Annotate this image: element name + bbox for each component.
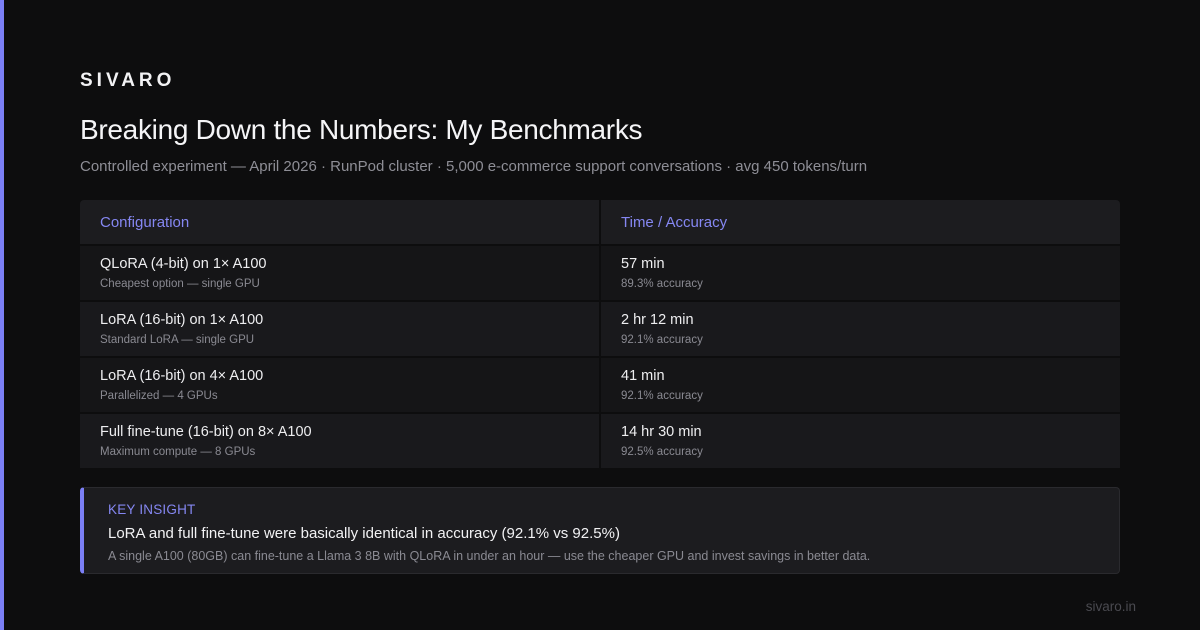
accuracy-value: 92.5% accuracy: [621, 445, 703, 458]
table-row: Full fine-tune (16-bit) on 8× A100 Maxim…: [80, 414, 1120, 468]
table-row: LoRA (16-bit) on 4× A100 Parallelized — …: [80, 358, 1120, 412]
result-cell: 2 hr 12 min 92.1% accuracy: [601, 302, 1120, 356]
brand-logo: SIVARO: [80, 70, 176, 91]
configuration-note: Parallelized — 4 GPUs: [100, 389, 218, 402]
table-header-row: Configuration Time / Accuracy: [80, 200, 1120, 244]
training-time: 57 min: [621, 255, 665, 272]
configuration-name: QLoRA (4-bit) on 1× A100: [100, 255, 267, 272]
configuration-note: Standard LoRA — single GPU: [100, 333, 255, 346]
training-time: 2 hr 12 min: [621, 311, 694, 328]
insight-headline: LoRA and full fine-tune were basically i…: [108, 525, 620, 542]
training-time: 14 hr 30 min: [621, 423, 702, 440]
insight-detail: A single A100 (80GB) can fine-tune a Lla…: [108, 549, 871, 563]
table-row: LoRA (16-bit) on 1× A100 Standard LoRA —…: [80, 302, 1120, 356]
key-insight-callout: KEY INSIGHT LoRA and full fine-tune were…: [80, 487, 1120, 574]
benchmark-table: Configuration Time / Accuracy QLoRA (4-b…: [80, 200, 1120, 470]
left-accent-bar: [0, 0, 4, 630]
accuracy-value: 92.1% accuracy: [621, 389, 703, 402]
configuration-name: LoRA (16-bit) on 1× A100: [100, 311, 264, 328]
configuration-cell: QLoRA (4-bit) on 1× A100 Cheapest option…: [80, 246, 599, 300]
configuration-note: Cheapest option — single GPU: [100, 277, 260, 290]
accuracy-value: 89.3% accuracy: [621, 277, 703, 290]
page-subtitle: Controlled experiment — April 2026 · Run…: [80, 158, 868, 175]
column-header-configuration: Configuration: [80, 200, 599, 244]
training-time: 41 min: [621, 367, 665, 384]
result-cell: 57 min 89.3% accuracy: [601, 246, 1120, 300]
column-header-time-accuracy: Time / Accuracy: [601, 200, 1120, 244]
page-title: Breaking Down the Numbers: My Benchmarks: [80, 114, 643, 145]
accuracy-value: 92.1% accuracy: [621, 333, 703, 346]
insight-label: KEY INSIGHT: [108, 502, 196, 517]
result-cell: 41 min 92.1% accuracy: [601, 358, 1120, 412]
configuration-cell: Full fine-tune (16-bit) on 8× A100 Maxim…: [80, 414, 599, 468]
configuration-note: Maximum compute — 8 GPUs: [100, 445, 256, 458]
configuration-cell: LoRA (16-bit) on 1× A100 Standard LoRA —…: [80, 302, 599, 356]
configuration-name: LoRA (16-bit) on 4× A100: [100, 367, 264, 384]
configuration-cell: LoRA (16-bit) on 4× A100 Parallelized — …: [80, 358, 599, 412]
result-cell: 14 hr 30 min 92.5% accuracy: [601, 414, 1120, 468]
configuration-name: Full fine-tune (16-bit) on 8× A100: [100, 423, 312, 440]
footer-url: sivaro.in: [1085, 599, 1136, 614]
table-row: QLoRA (4-bit) on 1× A100 Cheapest option…: [80, 246, 1120, 300]
